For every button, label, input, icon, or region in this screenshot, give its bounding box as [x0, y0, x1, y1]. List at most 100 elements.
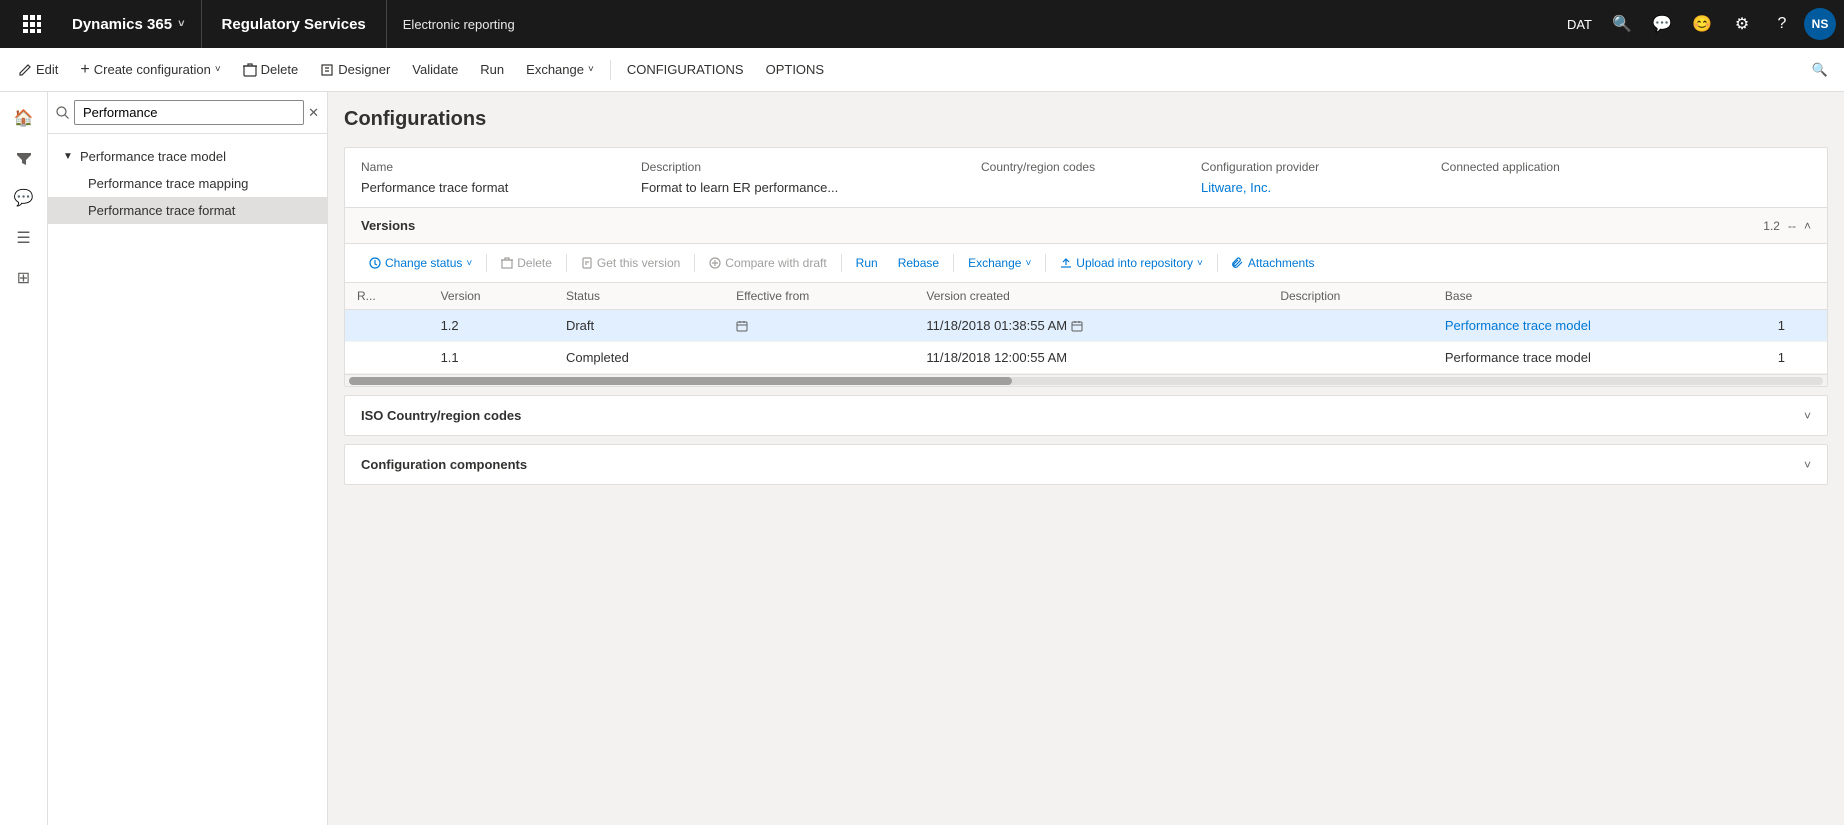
grid-sidebar-icon[interactable]: ⊞ — [6, 260, 42, 296]
run-button[interactable]: Run — [470, 54, 514, 86]
iso-section-header[interactable]: ISO Country/region codes ˅ — [345, 396, 1827, 435]
row1-base-num: 1 — [1766, 310, 1827, 342]
connected-col: Connected application — [1441, 160, 1811, 195]
versions-section-header[interactable]: Versions 1.2 -- ˄ — [345, 208, 1827, 244]
tree-expand-icon[interactable]: ▼ — [60, 148, 76, 164]
upload-repository-button[interactable]: Upload into repository ˅ — [1052, 252, 1211, 274]
iso-title: ISO Country/region codes — [361, 408, 521, 423]
iso-chevron-icon: ˅ — [1804, 409, 1811, 423]
cmd-search-button[interactable]: 🔍 — [1804, 54, 1836, 86]
validate-button[interactable]: Validate — [402, 54, 468, 86]
compare-with-draft-button[interactable]: Compare with draft — [701, 252, 834, 274]
clear-search-button[interactable]: ✕ — [308, 105, 319, 121]
row1-version-created: 11/18/2018 01:38:55 AM — [914, 310, 1268, 342]
command-bar: Edit + Create configuration ˅ Delete Des… — [0, 48, 1844, 92]
dat-label: DAT — [1559, 17, 1600, 32]
list-sidebar-icon[interactable]: ☰ — [6, 220, 42, 256]
table-row[interactable]: 1.2 Draft 11/18/2018 01:38:55 AM — [345, 310, 1827, 342]
description-label: Description — [641, 160, 981, 174]
tree-content: ▼ Performance trace model Performance tr… — [48, 134, 327, 825]
vtb-sep-4 — [841, 254, 842, 272]
row2-version-created: 11/18/2018 12:00:55 AM — [914, 342, 1268, 374]
attachments-button[interactable]: Attachments — [1224, 252, 1323, 274]
versions-run-button[interactable]: Run — [848, 252, 886, 274]
components-title: Configuration components — [361, 457, 527, 472]
options-tab[interactable]: OPTIONS — [756, 54, 835, 86]
search-nav-icon[interactable]: 🔍 — [1604, 6, 1640, 42]
cmd-separator — [610, 60, 611, 80]
top-navigation: Dynamics 365 ˅ Regulatory Services Elect… — [0, 0, 1844, 48]
main-content: Configurations Name Performance trace fo… — [328, 92, 1844, 825]
dynamics-365-nav[interactable]: Dynamics 365 ˅ — [56, 0, 202, 48]
row2-effective-from — [724, 342, 914, 374]
name-label: Name — [361, 160, 641, 174]
help-icon[interactable]: ? — [1764, 6, 1800, 42]
row1-status: Draft — [554, 310, 724, 342]
designer-button[interactable]: Designer — [310, 54, 400, 86]
versions-title: Versions — [361, 218, 415, 233]
col-description: Description — [1268, 283, 1433, 310]
versions-table: R... Version Status Effective from Versi… — [345, 283, 1827, 374]
home-sidebar-icon[interactable]: 🏠 — [6, 100, 42, 136]
d365-chevron: ˅ — [178, 18, 184, 30]
sidebar-icons: 🏠 💬 ☰ ⊞ — [0, 92, 48, 825]
create-configuration-button[interactable]: + Create configuration ˅ — [70, 54, 230, 86]
versions-exchange-button[interactable]: Exchange ˅ — [960, 252, 1039, 274]
message-icon[interactable]: 💬 — [1644, 6, 1680, 42]
country-col: Country/region codes — [981, 160, 1201, 195]
row1-effective-from — [724, 310, 914, 342]
col-base: Base — [1433, 283, 1766, 310]
versions-table-container: R... Version Status Effective from Versi… — [345, 283, 1827, 374]
row2-base-num: 1 — [1766, 342, 1827, 374]
config-detail-card: Name Performance trace format Descriptio… — [344, 147, 1828, 387]
col-version-created: Version created — [914, 283, 1268, 310]
versions-toolbar: Change status ˅ Delete Get this version — [345, 244, 1827, 283]
name-col: Name Performance trace format — [361, 160, 641, 195]
versions-delete-button[interactable]: Delete — [493, 252, 560, 274]
row1-base[interactable]: Performance trace model — [1433, 310, 1766, 342]
chat-sidebar-icon[interactable]: 💬 — [6, 180, 42, 216]
components-section-header[interactable]: Configuration components ˅ — [345, 445, 1827, 484]
tree-search-input[interactable] — [74, 100, 304, 125]
delete-button[interactable]: Delete — [233, 54, 309, 86]
user-icon[interactable]: 😊 — [1684, 6, 1720, 42]
avatar[interactable]: NS — [1804, 8, 1836, 40]
row2-version: 1.1 — [429, 342, 554, 374]
vtb-sep-2 — [566, 254, 567, 272]
vtb-sep-1 — [486, 254, 487, 272]
horizontal-scrollbar[interactable] — [345, 374, 1827, 386]
page-title: Configurations — [344, 108, 1828, 131]
filter-sidebar-icon[interactable] — [6, 140, 42, 176]
iso-section: ISO Country/region codes ˅ — [344, 395, 1828, 436]
tree-child-format[interactable]: Performance trace format — [48, 197, 327, 224]
get-version-button[interactable]: Get this version — [573, 252, 688, 274]
versions-collapse-icon[interactable]: ˄ — [1804, 219, 1811, 233]
tree-format-label: Performance trace format — [88, 203, 235, 218]
rebase-button[interactable]: Rebase — [890, 252, 947, 274]
change-status-button[interactable]: Change status ˅ — [361, 252, 480, 274]
config-header: Name Performance trace format Descriptio… — [345, 148, 1827, 208]
versions-version-display: 1.2 -- ˄ — [1763, 219, 1811, 233]
settings-icon[interactable]: ⚙ — [1724, 6, 1760, 42]
tree-mapping-label: Performance trace mapping — [88, 176, 248, 191]
tree-child-mapping[interactable]: Performance trace mapping — [48, 170, 327, 197]
col-effective-from: Effective from — [724, 283, 914, 310]
exchange-button[interactable]: Exchange ˅ — [516, 54, 604, 86]
edit-button[interactable]: Edit — [8, 54, 68, 86]
versions-table-body: 1.2 Draft 11/18/2018 01:38:55 AM — [345, 310, 1827, 374]
table-row[interactable]: 1.1 Completed 11/18/2018 12:00:55 AM Per… — [345, 342, 1827, 374]
provider-value[interactable]: Litware, Inc. — [1201, 180, 1441, 195]
version-number: 1.2 — [1763, 219, 1780, 233]
provider-label: Configuration provider — [1201, 160, 1441, 174]
description-col: Description Format to learn ER performan… — [641, 160, 981, 195]
row2-description — [1268, 342, 1433, 374]
versions-table-header: R... Version Status Effective from Versi… — [345, 283, 1827, 310]
col-status: Status — [554, 283, 724, 310]
row2-status: Completed — [554, 342, 724, 374]
tree-root-item[interactable]: ▼ Performance trace model — [48, 142, 327, 170]
apps-launcher-button[interactable] — [8, 15, 56, 33]
d365-label: Dynamics 365 — [72, 16, 172, 33]
row1-description — [1268, 310, 1433, 342]
configurations-tab[interactable]: CONFIGURATIONS — [617, 54, 754, 86]
page-breadcrumb: Electronic reporting — [387, 17, 1559, 32]
